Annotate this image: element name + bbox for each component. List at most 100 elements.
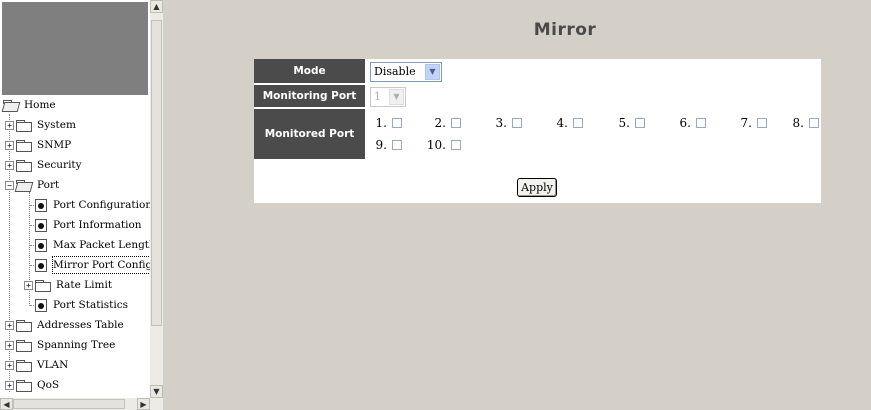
tree-item-snmp[interactable]: + SNMP	[5, 137, 71, 153]
expand-plus-icon[interactable]: +	[24, 280, 33, 290]
tree-item-label: Mirror Port Configurat	[51, 256, 150, 274]
tree-item-port[interactable]: − Port	[5, 177, 59, 193]
tree-item-port-information[interactable]: Port Information	[35, 217, 142, 233]
tree-item-label: Spanning Tree	[37, 339, 116, 351]
nav-tree: Home + System + SNMP + Security − Port P…	[0, 96, 150, 398]
port-option: 6.	[663, 115, 706, 131]
port-option: 10.	[418, 137, 461, 153]
port-option: 7.	[724, 115, 767, 131]
expand-plus-icon[interactable]: +	[5, 340, 14, 350]
expand-plus-icon[interactable]: +	[5, 120, 14, 130]
port-number: 1.	[375, 116, 387, 130]
folder-icon	[16, 379, 32, 392]
tree-item-label: Security	[37, 159, 82, 171]
port-option: 1.	[359, 115, 402, 131]
expand-plus-icon[interactable]: +	[5, 360, 14, 370]
tree-branch-line	[30, 305, 34, 306]
port-number: 3.	[495, 116, 507, 130]
tree-item-label: Port Configuration	[53, 199, 150, 211]
tree-item-vlan[interactable]: + VLAN	[5, 357, 68, 373]
tree-item-port-configuration[interactable]: Port Configuration	[35, 197, 150, 213]
mode-label: Mode	[254, 59, 365, 85]
tree-item-label: QoS	[37, 379, 60, 391]
app-frame: Home + System + SNMP + Security − Port P…	[0, 0, 871, 410]
tree-item-security[interactable]: + Security	[5, 157, 82, 173]
expand-plus-icon[interactable]: +	[5, 140, 14, 150]
tree-item-qos[interactable]: + QoS	[5, 377, 59, 393]
port-checkbox[interactable]	[451, 118, 461, 128]
tree-item-addresses-table[interactable]: + Addresses Table	[5, 317, 124, 333]
scroll-up-icon[interactable]: ▲	[150, 0, 163, 13]
expand-plus-icon[interactable]: +	[5, 380, 14, 390]
port-checkbox[interactable]	[696, 118, 706, 128]
tree-item-label: SNMP	[37, 139, 72, 151]
tree-item-label: Port Information	[53, 219, 142, 231]
port-checkbox[interactable]	[392, 140, 402, 150]
tree-item-label: Max Packet Length	[53, 239, 150, 251]
port-checkbox[interactable]	[809, 118, 819, 128]
port-checkbox[interactable]	[451, 140, 461, 150]
scroll-down-icon[interactable]: ▼	[150, 385, 163, 398]
tree-item-system[interactable]: + System	[5, 117, 76, 133]
folder-icon	[16, 359, 32, 372]
expand-plus-icon[interactable]: +	[5, 160, 14, 170]
page-icon	[35, 218, 47, 232]
tree-item-label: System	[37, 119, 76, 131]
tree-item-spanning-tree[interactable]: + Spanning Tree	[5, 337, 115, 353]
port-option: 4.	[540, 115, 583, 131]
logo-banner	[2, 2, 148, 95]
folder-icon	[16, 119, 32, 132]
vertical-scrollbar[interactable]: ▲ ▼	[150, 0, 163, 398]
page-icon	[35, 258, 47, 272]
monitoring-port-select[interactable]: 1 ▼	[370, 87, 406, 107]
navigation-pane: Home + System + SNMP + Security − Port P…	[0, 0, 166, 410]
port-checkbox[interactable]	[635, 118, 645, 128]
mode-select[interactable]: Disable ▼	[370, 62, 442, 82]
expand-plus-icon[interactable]: +	[5, 320, 14, 330]
folder-open-icon	[3, 99, 19, 111]
port-checkbox[interactable]	[573, 118, 583, 128]
port-option: 2.	[418, 115, 461, 131]
tree-item-home[interactable]: Home	[3, 97, 56, 113]
folder-icon	[16, 159, 32, 172]
tree-branch-line	[30, 205, 34, 206]
folder-icon	[16, 319, 32, 332]
tree-branch-line	[30, 265, 34, 266]
tree-item-label: Rate Limit	[56, 279, 113, 291]
tree-item-mirror-port-configuration[interactable]: Mirror Port Configurat	[35, 256, 150, 274]
tree-item-label: Port Statistics	[53, 299, 129, 311]
port-number: 9.	[375, 138, 387, 152]
main-content: Mirror Mode Disable ▼ Monitoring Port 1 …	[166, 0, 871, 410]
port-number: 5.	[618, 116, 630, 130]
scroll-left-icon[interactable]: ◀	[0, 398, 13, 410]
monitored-port-label: Monitored Port	[254, 109, 365, 159]
horizontal-scrollbar[interactable]: ◀ ▶	[0, 398, 163, 410]
tree-item-max-packet-length[interactable]: Max Packet Length	[35, 237, 150, 253]
port-checkbox[interactable]	[512, 118, 522, 128]
port-number: 2.	[434, 116, 446, 130]
collapse-minus-icon[interactable]: −	[5, 180, 14, 190]
apply-button[interactable]: Apply	[517, 178, 557, 197]
port-option: 9.	[359, 137, 402, 153]
mode-select-value: Disable	[374, 65, 416, 78]
horizontal-scroll-thumb[interactable]	[13, 399, 125, 409]
port-number: 8.	[792, 116, 804, 130]
chevron-down-icon[interactable]: ▼	[425, 64, 440, 80]
tree-item-label: VLAN	[37, 359, 69, 371]
folder-open-icon	[16, 179, 32, 191]
tree-item-rate-limit[interactable]: + Rate Limit	[24, 277, 112, 293]
tree-item-label: Home	[24, 99, 56, 111]
port-checkbox[interactable]	[392, 118, 402, 128]
vertical-scroll-thumb[interactable]	[151, 20, 162, 326]
port-option: 8.	[776, 115, 819, 131]
scroll-right-icon[interactable]: ▶	[137, 398, 150, 410]
monitoring-port-label: Monitoring Port	[254, 85, 365, 109]
page-icon	[35, 198, 47, 212]
chevron-down-icon: ▼	[389, 89, 404, 105]
tree-item-port-statistics[interactable]: Port Statistics	[35, 297, 128, 313]
tree-branch-line	[30, 225, 34, 226]
port-checkbox[interactable]	[757, 118, 767, 128]
folder-icon	[35, 279, 51, 292]
port-option: 3.	[479, 115, 522, 131]
tree-item-label: Port	[37, 179, 60, 191]
